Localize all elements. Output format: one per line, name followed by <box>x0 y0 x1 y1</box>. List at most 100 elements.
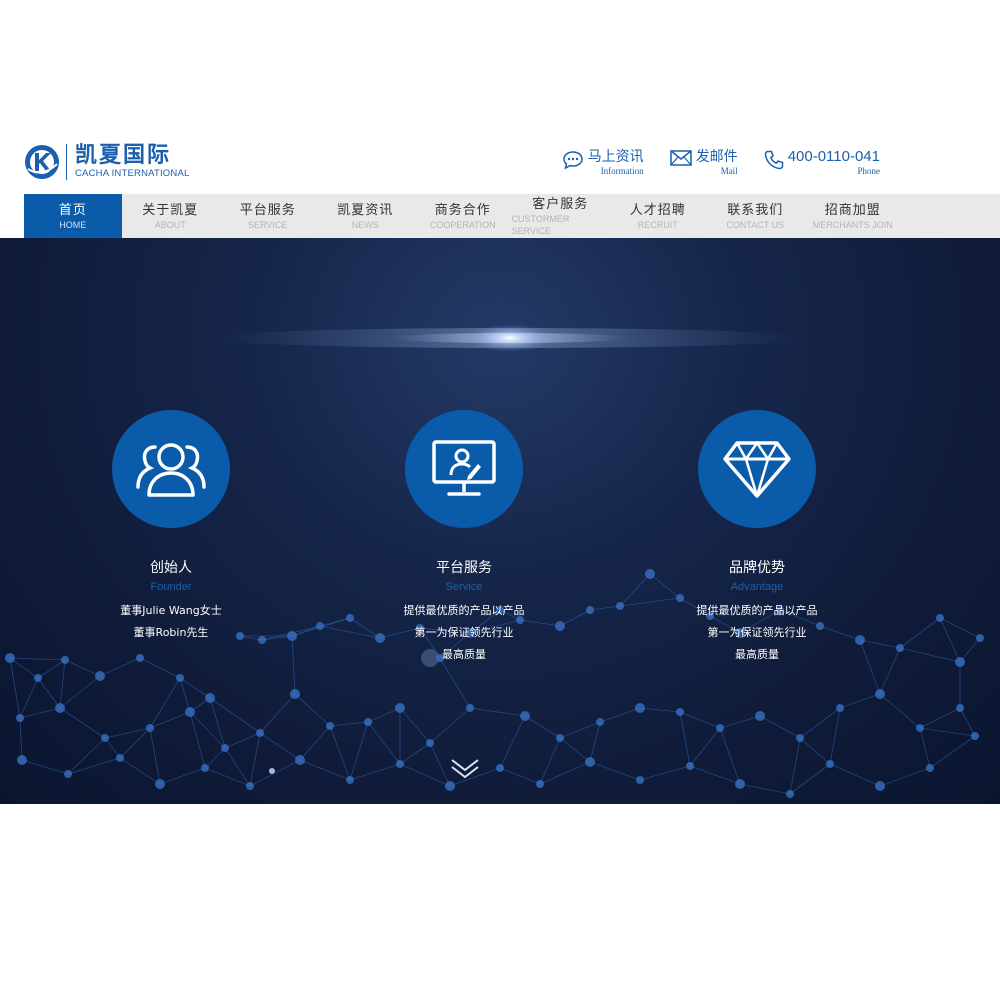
network-link <box>19 707 61 719</box>
network-link <box>259 693 296 734</box>
feature-line: 第一为保证领先行业 <box>707 626 807 639</box>
feature-line: 提供最优质的产品以产品 <box>696 604 818 617</box>
feature-founder: 创始人 Founder 董事Julie Wang女士 董事Robin先生 <box>71 410 271 644</box>
network-link <box>299 759 351 781</box>
network-node <box>176 674 184 682</box>
nav-item-news[interactable]: 凯夏资讯 NEWS <box>317 194 415 238</box>
network-link <box>959 707 976 737</box>
contact-mail[interactable]: 发邮件 Mail <box>669 148 738 176</box>
hero-banner: 创始人 Founder 董事Julie Wang女士 董事Robin先生 平台服… <box>0 238 1000 804</box>
network-link <box>349 763 401 781</box>
network-link <box>209 697 261 734</box>
network-link <box>119 727 151 759</box>
header: 凯夏国际 CACHA INTERNATIONAL 马上资讯 Informatio… <box>0 130 1000 194</box>
network-link <box>367 707 401 723</box>
feature-subtitle: Advantage <box>730 581 784 593</box>
nav-item-about[interactable]: 关于凯夏 ABOUT <box>122 194 220 238</box>
network-link <box>149 727 161 785</box>
nav-item-sublabel: MERCHANTS JOIN <box>812 219 893 230</box>
network-link <box>919 707 961 729</box>
network-link <box>319 617 351 627</box>
nav-item-customer-service[interactable]: 客户服务 CUSTORMER SERVICE <box>512 194 610 238</box>
network-node <box>426 739 434 747</box>
nav-item-cooperation[interactable]: 商务合作 COOPERATION <box>414 194 512 238</box>
nav-item-contact[interactable]: 联系我们 CONTACT US <box>707 194 805 238</box>
network-node <box>395 703 405 713</box>
nav-item-sublabel: RECRUIT <box>637 219 678 230</box>
network-link <box>499 767 541 785</box>
network-link <box>759 715 801 739</box>
network-link <box>879 693 921 729</box>
nav-item-sublabel: CONTACT US <box>726 219 785 230</box>
nav-item-sublabel: HOME <box>59 219 87 230</box>
logo-divider <box>66 144 67 180</box>
network-node <box>955 657 965 667</box>
network-node <box>875 781 885 791</box>
network-node <box>896 644 904 652</box>
network-node <box>826 760 834 768</box>
network-link <box>559 609 591 627</box>
network-link <box>589 605 621 611</box>
feature-founder-circle[interactable] <box>112 410 230 528</box>
feature-title: 平台服务 <box>436 560 492 576</box>
feature-advantage-circle[interactable] <box>698 410 816 528</box>
nav-item-sublabel: NEWS <box>351 219 379 230</box>
feature-description: 提供最优质的产品以产品 第一为保证领先行业 最高质量 <box>404 600 525 666</box>
network-node <box>55 703 65 713</box>
network-link <box>329 725 351 781</box>
network-link <box>799 707 841 739</box>
network-link <box>879 647 901 695</box>
contact-phone[interactable]: 400-0110-041 Phone <box>764 148 880 176</box>
network-link <box>367 721 401 765</box>
nav-item-label: 平台服务 <box>239 202 296 218</box>
network-link <box>249 759 301 787</box>
network-link <box>839 693 881 709</box>
contact-information-label: 马上资讯 <box>587 149 644 165</box>
network-node <box>676 708 684 716</box>
network-link <box>679 711 721 729</box>
nav-item-home[interactable]: 首页 HOME <box>24 194 122 238</box>
network-node <box>616 602 624 610</box>
network-link <box>37 677 61 709</box>
feature-description: 董事Julie Wang女士 董事Robin先生 <box>120 600 221 644</box>
network-link <box>224 732 261 749</box>
network-node <box>95 671 105 681</box>
network-link <box>64 659 101 677</box>
network-node <box>735 779 745 789</box>
network-link <box>149 711 191 729</box>
contact-information[interactable]: 马上资讯 Information <box>562 148 644 176</box>
network-node <box>786 790 794 798</box>
feature-line: 第一为保证领先行业 <box>414 626 514 639</box>
feature-description: 提供最优质的产品以产品 第一为保证领先行业 最高质量 <box>697 600 818 666</box>
network-link <box>499 715 526 769</box>
monitor-user-icon <box>432 440 496 496</box>
network-link <box>829 707 841 765</box>
network-link <box>919 727 976 737</box>
logo[interactable]: 凯夏国际 CACHA INTERNATIONAL <box>24 144 189 180</box>
nav-item-service[interactable]: 平台服务 SERVICE <box>219 194 317 238</box>
network-node <box>246 782 254 790</box>
nav-item-label: 凯夏资讯 <box>337 202 394 218</box>
feature-title: 品牌优势 <box>729 560 785 576</box>
network-node <box>64 770 72 778</box>
nav-item-recruit[interactable]: 人才招聘 RECRUIT <box>609 194 707 238</box>
logo-name-cn: 凯夏国际 <box>75 143 172 168</box>
network-node <box>201 764 209 772</box>
feature-line: 提供最优质的产品以产品 <box>403 604 525 617</box>
network-link <box>789 763 831 795</box>
network-link <box>139 657 181 679</box>
feature-service-circle[interactable] <box>405 410 523 528</box>
network-node <box>61 656 69 664</box>
nav-item-merchants-join[interactable]: 招商加盟 MERCHANTS JOIN <box>804 194 902 238</box>
network-node <box>16 714 24 722</box>
network-link <box>639 765 691 781</box>
network-node <box>316 622 324 630</box>
network-node <box>796 734 804 742</box>
page: 凯夏国际 CACHA INTERNATIONAL 马上资讯 Informatio… <box>0 0 1000 1000</box>
network-link <box>299 725 331 761</box>
feature-subtitle: Founder <box>150 581 192 593</box>
network-link <box>399 742 431 765</box>
scroll-down-chevron-icon[interactable] <box>450 758 480 780</box>
network-link <box>879 767 931 787</box>
network-link <box>21 759 69 775</box>
